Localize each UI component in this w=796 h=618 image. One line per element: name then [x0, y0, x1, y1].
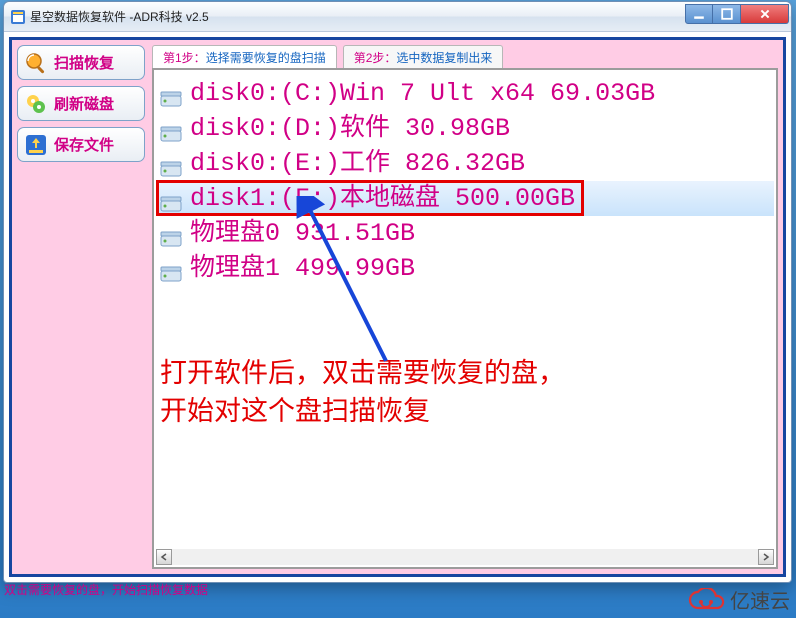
save-icon — [24, 133, 48, 157]
close-button[interactable] — [741, 4, 789, 24]
minimize-button[interactable] — [685, 4, 713, 24]
app-window: 星空数据恢复软件 -ADR科技 v2.5 扫描恢复 刷新磁盘 — [3, 1, 792, 583]
horizontal-scrollbar[interactable] — [156, 549, 774, 565]
scroll-right-button[interactable] — [758, 549, 774, 565]
scan-recover-button[interactable]: 扫描恢复 — [17, 45, 145, 80]
scroll-left-button[interactable] — [156, 549, 172, 565]
maximize-button[interactable] — [713, 4, 741, 24]
tab-step1[interactable]: 第1步：选择需要恢复的盘扫描 — [152, 45, 337, 69]
disk-text: disk0:(E:)工作 826.32GB — [190, 146, 525, 181]
watermark: 亿速云 — [686, 585, 790, 614]
watermark-text: 亿速云 — [730, 585, 790, 614]
disk-text: disk0:(C:)Win 7 Ult x64 69.03GB — [190, 76, 655, 111]
refresh-icon — [24, 92, 48, 116]
drive-icon — [160, 120, 182, 138]
disk-text: disk1:(F:)本地磁盘 500.00GB — [190, 181, 575, 216]
disk-row-selected[interactable]: disk1:(F:)本地磁盘 500.00GB — [156, 181, 774, 216]
tab-step2[interactable]: 第2步：选中数据复制出来 — [343, 45, 504, 69]
cloud-icon — [686, 588, 726, 612]
refresh-disk-button[interactable]: 刷新磁盘 — [17, 86, 145, 121]
sidebar: 扫描恢复 刷新磁盘 保存文件 — [17, 45, 145, 168]
client-area: 扫描恢复 刷新磁盘 保存文件 第1步：选择需要恢复的盘扫描 — [9, 37, 786, 577]
scroll-track[interactable] — [172, 549, 758, 565]
window-title: 星空数据恢复软件 -ADR科技 v2.5 — [30, 8, 685, 25]
disk-text: 物理盘1 499.99GB — [190, 251, 415, 286]
annotation-line1: 打开软件后，双击需要恢复的盘， — [160, 354, 565, 392]
tab-step1-prefix: 第1步： — [163, 51, 206, 65]
app-icon — [10, 9, 26, 25]
annotation-line2: 开始对这个盘扫描恢复 — [160, 392, 565, 430]
titlebar[interactable]: 星空数据恢复软件 -ADR科技 v2.5 — [4, 2, 791, 32]
tab-step2-prefix: 第2步： — [354, 51, 397, 65]
drive-icon — [160, 155, 182, 173]
disk-text: 物理盘0 931.51GB — [190, 216, 415, 251]
disk-list: disk0:(C:)Win 7 Ult x64 69.03GB disk0:(D… — [156, 76, 774, 547]
disk-row[interactable]: 物理盘0 931.51GB — [156, 216, 774, 251]
disk-row[interactable]: 物理盘1 499.99GB — [156, 251, 774, 286]
tab-step1-text: 选择需要恢复的盘扫描 — [206, 51, 326, 65]
tabs: 第1步：选择需要恢复的盘扫描 第2步：选中数据复制出来 — [152, 45, 778, 69]
main-area: 第1步：选择需要恢复的盘扫描 第2步：选中数据复制出来 disk0:(C:)Wi… — [152, 45, 778, 569]
drive-icon — [160, 225, 182, 243]
drive-icon — [160, 190, 182, 208]
scan-recover-label: 扫描恢复 — [54, 52, 114, 73]
status-bar: 双击需要恢复的盘，开始扫描恢复数据 — [4, 581, 208, 598]
save-file-label: 保存文件 — [54, 134, 114, 155]
disk-list-frame: disk0:(C:)Win 7 Ult x64 69.03GB disk0:(D… — [152, 68, 778, 569]
disk-row[interactable]: disk0:(C:)Win 7 Ult x64 69.03GB — [156, 76, 774, 111]
drive-icon — [160, 260, 182, 278]
window-controls — [685, 4, 789, 24]
disk-row[interactable]: disk0:(D:)软件 30.98GB — [156, 111, 774, 146]
save-file-button[interactable]: 保存文件 — [17, 127, 145, 162]
annotation-text: 打开软件后，双击需要恢复的盘， 开始对这个盘扫描恢复 — [160, 354, 565, 430]
disk-text: disk0:(D:)软件 30.98GB — [190, 111, 510, 146]
disk-row[interactable]: disk0:(E:)工作 826.32GB — [156, 146, 774, 181]
refresh-disk-label: 刷新磁盘 — [54, 93, 114, 114]
magnify-icon — [24, 51, 48, 75]
drive-icon — [160, 85, 182, 103]
tab-step2-text: 选中数据复制出来 — [396, 51, 492, 65]
